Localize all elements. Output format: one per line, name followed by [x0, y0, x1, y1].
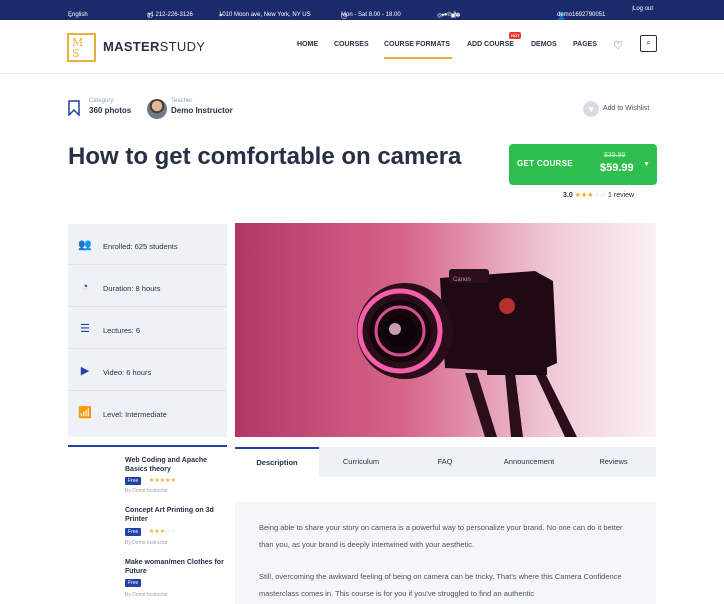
logo-mark[interactable]: M S — [67, 33, 96, 62]
wishlist-heart-icon[interactable]: ♡ — [613, 39, 623, 52]
tab-curriculum[interactable]: Curriculum — [319, 447, 403, 477]
old-price: $39.99 — [604, 152, 626, 159]
nav-home[interactable]: HOME — [297, 41, 318, 48]
info-level: 📶 Level: Intermediate — [78, 407, 167, 419]
info-enrolled: 👥 Enrolled: 625 students — [68, 224, 227, 265]
students-icon: 👥 — [78, 239, 92, 251]
hot-badge: HOT — [509, 32, 522, 39]
nav-demos[interactable]: DEMOS — [531, 41, 557, 48]
logo-text[interactable]: MASTERSTUDY — [103, 39, 205, 54]
rating-stars: ★★★☆☆ — [575, 192, 606, 199]
camera-photo: Canon — [357, 269, 577, 437]
related-course-thumbnail[interactable] — [68, 559, 120, 599]
get-course-button[interactable]: GET COURSE $39.99 $59.99 ▼ — [509, 144, 657, 185]
star-empty-icon: ☆ — [170, 529, 176, 535]
description-paragraph: Still, overcoming the awkward feeling of… — [259, 572, 622, 598]
course-author: By Demo Instructor — [125, 540, 168, 546]
add-to-wishlist-link[interactable]: Add to Wishlist — [603, 105, 649, 112]
star-filled-icon: ★ — [170, 478, 176, 484]
logout-link[interactable]: Log out — [633, 6, 653, 12]
nav-pages[interactable]: PAGES — [573, 41, 597, 48]
course-author: By Demo Instructor — [125, 592, 168, 598]
top-bar: English ⌄ ✆ +1 212-226-3126 ⌖ 1010 Moon … — [0, 0, 724, 20]
course-title: How to get comfortable on camera — [68, 143, 462, 170]
teacher-label: Teacher — [171, 98, 193, 104]
related-course-thumbnail[interactable] — [68, 457, 120, 497]
free-badge: Free — [125, 477, 142, 485]
get-course-label: GET COURSE — [517, 159, 573, 168]
svg-text:Canon: Canon — [453, 277, 471, 283]
free-badge: Free — [125, 579, 142, 587]
tab-reviews[interactable]: Reviews — [571, 447, 656, 477]
info-video: ▶ Video: 6 hours — [68, 350, 227, 391]
teacher-name[interactable]: Demo Instructor — [171, 106, 233, 115]
info-lectures: ☰ Lectures: 6 — [68, 308, 227, 349]
description-paragraph: Being able to share your story on camera… — [259, 523, 623, 549]
search-icon: ⌕ — [646, 38, 651, 47]
course-author: By Demo Instructor — [125, 488, 168, 494]
social-links: ◎ ✦ ● ℗ ▣ ᴮ ✽ — [437, 6, 460, 19]
reviews-count[interactable]: 1 review — [608, 192, 634, 199]
category-label: Category: — [89, 98, 116, 104]
nav-active-indicator — [384, 57, 452, 59]
bookmark-icon — [68, 100, 80, 116]
tab-announcement[interactable]: Announcement — [487, 447, 571, 477]
dribbble-icon[interactable]: ✽ — [455, 12, 460, 19]
related-course-thumbnail[interactable] — [68, 507, 120, 547]
nav-add-course[interactable]: ADD COURSE — [467, 41, 514, 48]
nav-course-formats[interactable]: COURSE FORMATS — [384, 41, 450, 48]
rating-stars: ★★★☆☆ — [149, 528, 176, 535]
lectures-icon: ☰ — [80, 323, 90, 335]
level-icon: 📶 — [78, 407, 92, 419]
star-empty-icon: ☆ — [599, 192, 607, 199]
search-button[interactable]: ⌕ — [640, 35, 657, 52]
course-tabs: Description Curriculum FAQ Announcement … — [235, 447, 656, 477]
caret-down-icon[interactable]: ▼ — [643, 161, 650, 168]
course-hero-image: Canon — [235, 223, 656, 437]
chevron-down-icon: ⌄ — [68, 13, 74, 19]
rating-stars: ★★★★★ — [149, 477, 176, 484]
tab-description[interactable]: Description — [235, 447, 319, 477]
course-rating: 3.0 ★★★☆☆ 1 review — [563, 192, 635, 199]
clock-icon: ◔ — [81, 281, 89, 293]
related-courses-divider — [68, 445, 227, 447]
nav-courses[interactable]: COURSES — [334, 41, 369, 48]
teacher-avatar — [147, 99, 167, 119]
heart-icon[interactable]: ♥ — [583, 101, 599, 117]
category-value[interactable]: 360 photos — [89, 106, 131, 115]
course-info-box: 👥 Enrolled: 625 students ◔ Duration: 8 h… — [68, 224, 227, 437]
info-duration: ◔ Duration: 8 hours — [68, 266, 227, 307]
course-description: Being able to share your story on camera… — [235, 502, 656, 604]
course-price: $59.99 — [600, 162, 634, 174]
free-badge: Free — [125, 528, 142, 536]
site-header: M S MASTERSTUDY HOME COURSES COURSE FORM… — [0, 20, 724, 74]
play-icon: ▶ — [80, 365, 90, 377]
tab-faq[interactable]: FAQ — [403, 447, 487, 477]
